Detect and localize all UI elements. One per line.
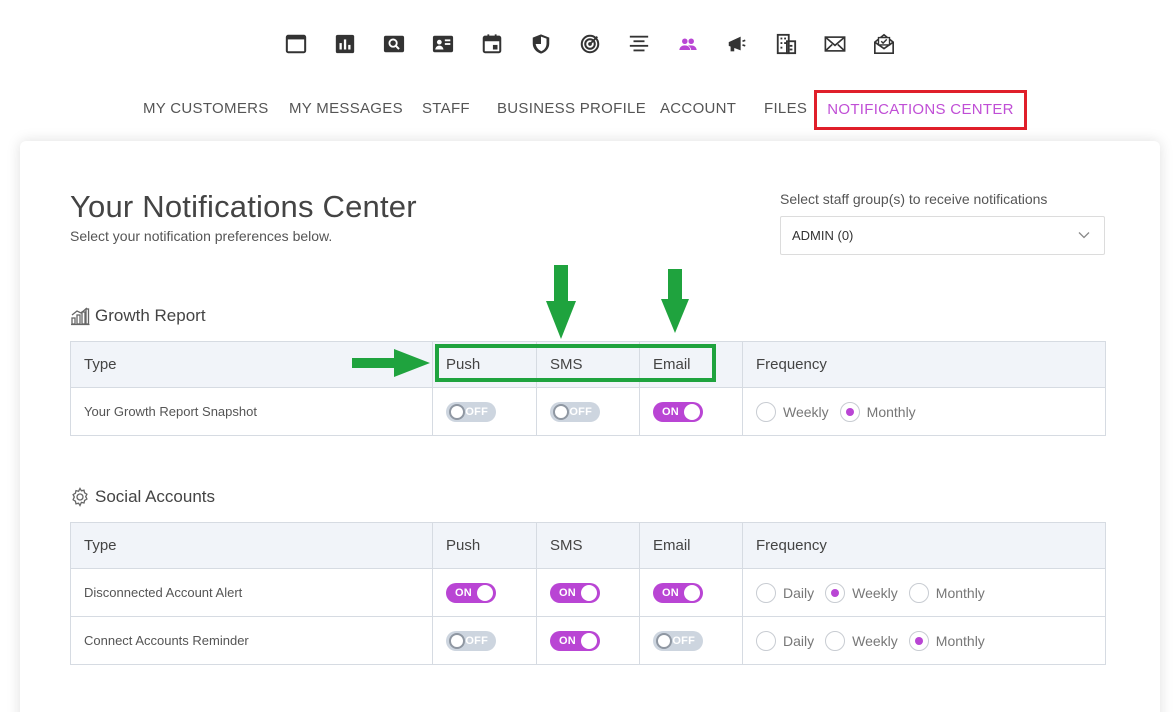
target-icon[interactable] xyxy=(578,32,602,56)
frequency-weekly-radio[interactable]: Weekly xyxy=(756,401,829,422)
push-toggle[interactable]: OFF xyxy=(446,630,496,651)
frequency-monthly-radio[interactable]: Monthly xyxy=(839,401,916,422)
annotation-arrow-down-icon xyxy=(661,269,689,333)
table-row: Disconnected Account Alert ON ON ON Dail… xyxy=(70,568,1106,617)
megaphone-icon[interactable] xyxy=(725,32,749,56)
frequency-daily-radio[interactable]: Daily xyxy=(756,630,814,651)
bar-chart-icon[interactable] xyxy=(333,32,357,56)
nav-account[interactable]: ACCOUNT xyxy=(660,90,736,130)
row-type: Your Growth Report Snapshot xyxy=(70,387,433,436)
main-nav: MY CUSTOMERS MY MESSAGES STAFF BUSINESS … xyxy=(0,90,1176,130)
nav-business-profile[interactable]: BUSINESS PROFILE xyxy=(497,90,646,130)
social-accounts-title: Social Accounts xyxy=(70,486,215,508)
nav-notifications-center[interactable]: NOTIFICATIONS CENTER xyxy=(814,90,1027,130)
page-title: Your Notifications Center xyxy=(70,189,417,224)
staff-group-label: Select staff group(s) to receive notific… xyxy=(780,191,1048,207)
window-icon[interactable] xyxy=(284,32,308,56)
open-envelope-icon[interactable] xyxy=(872,32,896,56)
frequency-options: Daily Weekly Monthly xyxy=(756,630,1105,651)
staff-group-select[interactable]: ADMIN (0) xyxy=(780,216,1105,255)
annotation-highlight-box xyxy=(435,344,716,382)
contact-card-icon[interactable] xyxy=(431,32,455,56)
social-accounts-table: Type Push SMS Email Frequency Disconnect… xyxy=(70,522,1106,665)
sms-toggle[interactable]: ON xyxy=(550,630,600,651)
envelope-icon[interactable] xyxy=(823,32,847,56)
frequency-weekly-radio[interactable]: Weekly xyxy=(825,630,898,651)
sms-toggle[interactable]: OFF xyxy=(550,401,600,422)
nav-my-customers[interactable]: MY CUSTOMERS xyxy=(143,90,269,130)
header-frequency: Frequency xyxy=(742,341,1106,388)
page-subtitle: Select your notification preferences bel… xyxy=(70,228,333,244)
row-type: Disconnected Account Alert xyxy=(70,568,433,617)
header-push: Push xyxy=(432,522,537,569)
nav-my-messages[interactable]: MY MESSAGES xyxy=(289,90,403,130)
nav-files[interactable]: FILES xyxy=(764,90,807,130)
growth-report-title: Growth Report xyxy=(70,305,206,327)
header-sms: SMS xyxy=(536,522,640,569)
email-toggle[interactable]: OFF xyxy=(653,630,703,651)
frequency-options: Daily Weekly Monthly xyxy=(756,582,1105,603)
header-type: Type xyxy=(70,522,433,569)
frequency-options: Weekly Monthly xyxy=(756,401,1105,422)
icon-toolbar xyxy=(0,32,1176,60)
growth-chart-icon xyxy=(71,307,90,326)
align-center-icon[interactable] xyxy=(627,32,651,56)
search-icon[interactable] xyxy=(382,32,406,56)
frequency-daily-radio[interactable]: Daily xyxy=(756,582,814,603)
header-frequency: Frequency xyxy=(742,522,1106,569)
table-header-row: Type Push SMS Email Frequency xyxy=(70,522,1106,569)
header-email: Email xyxy=(639,522,743,569)
chevron-down-icon xyxy=(1078,232,1090,239)
people-icon[interactable] xyxy=(676,32,700,56)
shield-icon[interactable] xyxy=(529,32,553,56)
nav-staff[interactable]: STAFF xyxy=(422,90,470,130)
table-row: Your Growth Report Snapshot OFF OFF ON W… xyxy=(70,387,1106,436)
row-type: Connect Accounts Reminder xyxy=(70,616,433,665)
section-title-text: Growth Report xyxy=(95,306,206,325)
frequency-weekly-radio[interactable]: Weekly xyxy=(825,582,898,603)
annotation-arrow-right-icon xyxy=(352,349,430,377)
email-toggle[interactable]: ON xyxy=(653,582,703,603)
frequency-monthly-radio[interactable]: Monthly xyxy=(908,630,985,651)
push-toggle[interactable]: OFF xyxy=(446,401,496,422)
email-toggle[interactable]: ON xyxy=(653,401,703,422)
section-title-text: Social Accounts xyxy=(95,487,216,506)
calendar-icon[interactable] xyxy=(480,32,504,56)
push-toggle[interactable]: ON xyxy=(446,582,496,603)
staff-group-value: ADMIN (0) xyxy=(792,228,854,243)
building-icon[interactable] xyxy=(774,32,798,56)
table-row: Connect Accounts Reminder OFF ON OFF Dai… xyxy=(70,616,1106,665)
sms-toggle[interactable]: ON xyxy=(550,582,600,603)
annotation-arrow-down-icon xyxy=(546,265,576,339)
frequency-monthly-radio[interactable]: Monthly xyxy=(908,582,985,603)
gear-icon xyxy=(72,487,88,507)
